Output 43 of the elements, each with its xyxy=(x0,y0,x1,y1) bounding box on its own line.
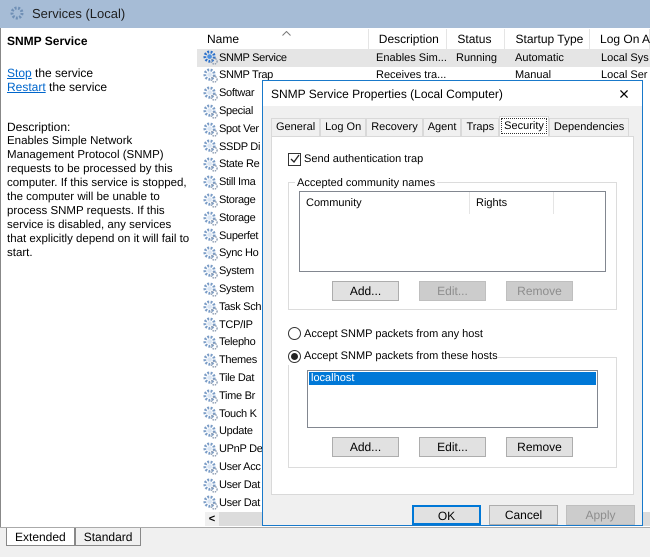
table-cell-text: Local Ser xyxy=(600,68,648,84)
table-cell-text: Storage xyxy=(219,193,256,208)
dialog-title: SNMP Service Properties (Local Computer) xyxy=(271,86,503,102)
action-text: the service xyxy=(34,66,94,80)
table-cell-text: Tile Dat xyxy=(219,370,254,386)
table-cell-text: User Dat xyxy=(219,478,260,493)
table-cell: Running xyxy=(456,52,497,64)
table-cell-text: Spot Ver xyxy=(219,122,259,137)
table-cell-text: Enables Sim... xyxy=(375,50,448,66)
panel-title: Services (Local) xyxy=(32,5,126,24)
description-text: Enables Simple Network Management Protocol (SNMP) requests to be processed by this computer. If this service is stopped, the computer will be unable to process SNMP requests. If this service is disabled, any services that explicitly depend on it will fail to start. xyxy=(7,134,190,260)
table-cell-text: Time Br xyxy=(219,388,255,404)
table-cell-text: System xyxy=(219,282,254,297)
table-cell-text: Sync Ho xyxy=(219,246,258,262)
table-cell-text: User Acc xyxy=(219,460,261,475)
table-cell-text: SNMP Trap xyxy=(219,68,273,84)
table-cell-text: SNMP Service xyxy=(219,50,287,66)
table-cell-text: Touch K xyxy=(219,406,257,422)
table-cell-text: Receives tra... xyxy=(375,68,448,84)
table-cell-text: TCP/IP xyxy=(219,318,253,333)
table-cell-text: Manual xyxy=(514,68,552,84)
table-cell-text: Themes xyxy=(219,353,257,368)
table-cell-text: Automatic xyxy=(514,50,565,66)
table-cell-text: Task Sch xyxy=(219,300,262,315)
table-cell-text: System xyxy=(219,264,254,280)
table-cell-text: Still Ima xyxy=(219,175,256,190)
table-cell-text: Softwar xyxy=(219,86,254,102)
table-cell-text: Superfet xyxy=(219,228,258,244)
table-cell-text: User Dat xyxy=(219,496,260,511)
table-cell-text: Storage xyxy=(219,210,256,226)
table-cell-text: UPnP De xyxy=(219,442,263,458)
action-text: the service xyxy=(48,80,108,94)
service-name: SNMP Service xyxy=(7,33,88,50)
description-label: Description: xyxy=(7,120,72,134)
radio-label: Accept SNMP packets from any host xyxy=(304,326,483,342)
table-cell-text: Special xyxy=(219,104,253,120)
table-cell-text: Telepho xyxy=(219,335,256,350)
table-cell-text: Update xyxy=(219,424,253,440)
table-cell-text: Local Sys xyxy=(600,50,649,66)
table-cell-text: SSDP Di xyxy=(219,140,260,155)
table-cell-text: State Re xyxy=(219,157,260,172)
radio-label: Accept SNMP packets from these hosts xyxy=(304,349,498,364)
checkbox-label: Send authentication trap xyxy=(304,152,424,167)
